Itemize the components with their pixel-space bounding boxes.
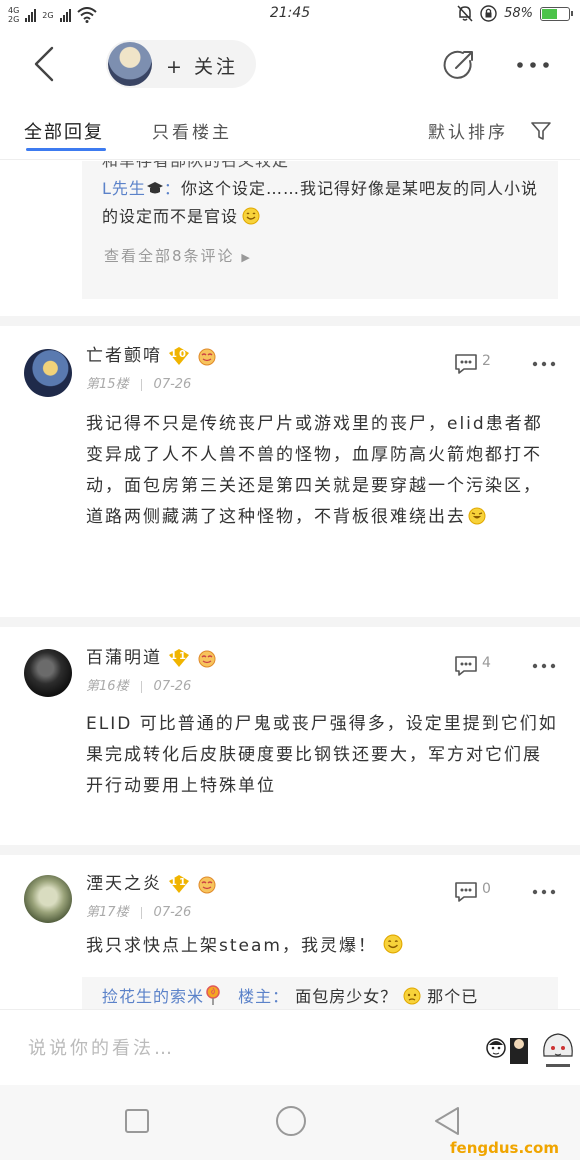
share-icon[interactable] <box>442 48 476 82</box>
floor-number: 第16楼 <box>86 679 129 694</box>
level-badge: 11 <box>168 874 190 894</box>
user-avatar[interactable] <box>24 349 72 397</box>
reply-count: 2 <box>482 353 491 369</box>
follow-button[interactable]: + 关注 <box>106 40 256 88</box>
system-navigation-bar: fengdus.com <box>0 1085 580 1160</box>
sub-reply-tail: 那个已 <box>427 987 479 1006</box>
user-avatar[interactable] <box>24 875 72 923</box>
comment-preview-box[interactable]: 和幸存者部队的名义较定 L先生：你这个设定……我记得好像是某吧友的同人小说的设定… <box>82 161 558 299</box>
partial-comment-line: 和幸存者部队的名义较定 <box>102 161 542 175</box>
top-nav-bar: + 关注 <box>0 30 580 98</box>
floor-number: 第15楼 <box>86 377 129 392</box>
author-name[interactable]: 湮天之炎 <box>86 874 162 894</box>
reply-post-17: 湮天之炎 11 第17楼 07-26 0 我只求快点上架steam，我灵爆！ 捡花生… <box>0 855 580 1009</box>
more-options-icon[interactable] <box>516 60 550 70</box>
face-badge-icon <box>198 348 216 366</box>
watermark: fengdus.com <box>450 1139 559 1157</box>
battery-icon <box>540 6 573 21</box>
sub-reply-user[interactable]: 捡花生的索米 <box>102 987 204 1006</box>
post-author: 湮天之炎 11 <box>86 869 218 894</box>
home-icon[interactable] <box>276 1106 306 1136</box>
level-badge: 10 <box>168 346 190 366</box>
system-back-icon[interactable] <box>432 1105 462 1137</box>
view-all-comments-link[interactable]: 查看全部8条评论 ▶ <box>104 245 252 266</box>
recent-apps-icon[interactable] <box>125 1109 149 1133</box>
more-options-icon[interactable] <box>532 361 556 367</box>
comment-input[interactable]: 说说你的看法… <box>28 1034 175 1060</box>
replies-list[interactable]: 和幸存者部队的名义较定 L先生：你这个设定……我记得好像是某吧友的同人小说的设定… <box>0 161 580 1009</box>
smile-emoji-icon <box>242 207 260 225</box>
post-date: 07-26 <box>153 679 192 694</box>
post-body: ELID 可比普通的尸鬼或丧尸强得多，设定里提到它们如果完成转化后皮肤硬度要比钢… <box>86 714 558 796</box>
author-name[interactable]: 亡者颤唷 <box>86 346 162 366</box>
author-name[interactable]: 百蒲明道 <box>86 648 162 668</box>
comment-input-bar: 说说你的看法… <box>0 1009 580 1085</box>
chevron-right-icon: ▶ <box>241 251 252 264</box>
sub-comment-user[interactable]: L先生 <box>102 179 146 198</box>
back-arrow-icon[interactable] <box>28 44 62 84</box>
section-divider <box>0 845 580 855</box>
reply-count: 4 <box>482 655 491 671</box>
active-tab-indicator <box>26 148 106 151</box>
sub-reply-text: 面包房少女？ <box>295 987 398 1006</box>
mute-bell-icon <box>457 5 473 22</box>
post-date: 07-26 <box>153 905 192 920</box>
user-avatar[interactable] <box>24 649 72 697</box>
lock-rotation-icon <box>480 5 497 22</box>
confused-emoji-icon <box>403 987 421 1005</box>
tab-all-replies[interactable]: 全部回复 <box>24 118 104 144</box>
host-tag: 楼主 <box>238 987 273 1006</box>
reply-bubble-icon[interactable] <box>452 653 480 677</box>
post-date: 07-26 <box>153 377 192 392</box>
filter-icon[interactable] <box>530 120 552 142</box>
follow-label: + 关注 <box>166 56 238 78</box>
reply-post-15: 亡者颤唷 10 第15楼 07-26 2 我记得不只是传统丧尸片或游戏里的丧尸，el… <box>0 327 580 617</box>
reply-bubble-icon[interactable] <box>452 879 480 903</box>
section-divider <box>0 617 580 627</box>
section-divider <box>0 316 580 326</box>
post-meta: 第16楼 07-26 <box>86 675 191 694</box>
sort-default[interactable]: 默认排序 <box>428 118 508 143</box>
laughing-emoji-icon <box>468 507 486 525</box>
more-options-icon[interactable] <box>532 889 556 895</box>
reply-count: 0 <box>482 881 491 897</box>
status-bar: 4G 2G 2G 21:45 58% <box>0 0 580 30</box>
sub-comment-colon: ： <box>163 179 181 198</box>
more-options-icon[interactable] <box>532 663 556 669</box>
sub-reply[interactable]: 捡花生的索米 楼主： 面包房少女？ 那个已 <box>102 983 542 1009</box>
floor-number: 第17楼 <box>86 905 129 920</box>
sub-reply-box[interactable]: 捡花生的索米 楼主： 面包房少女？ 那个已 <box>82 977 558 1009</box>
meme-sticker-icon[interactable] <box>484 1032 532 1068</box>
post-meta: 第17楼 07-26 <box>86 901 191 920</box>
level-badge: 11 <box>168 648 190 668</box>
reply-tabs: 全部回复 只看楼主 默认排序 <box>0 98 580 160</box>
post-body: 我记得不只是传统丧尸片或游戏里的丧尸，elid患者都变异成了人不人兽不兽的怪物，… <box>86 414 543 527</box>
reply-post-16: 百蒲明道 11 第16楼 07-26 4 ELID 可比普通的尸鬼或丧尸强得多，设定… <box>0 627 580 845</box>
anime-sticker-icon[interactable] <box>538 1026 578 1072</box>
smile-emoji-icon <box>383 934 403 954</box>
lollipop-icon <box>206 985 220 1005</box>
post-author: 百蒲明道 11 <box>86 643 218 668</box>
post-body: 我只求快点上架steam，我灵爆！ <box>86 931 560 962</box>
tab-host-only[interactable]: 只看楼主 <box>152 118 232 143</box>
post-meta: 第15楼 07-26 <box>86 373 191 392</box>
face-badge-icon <box>198 876 216 894</box>
face-badge-icon <box>198 650 216 668</box>
battery-percent: 58% <box>504 6 533 21</box>
sub-comment[interactable]: L先生 ：你这个设定……我记得好像是某吧友的同人小说的设定而不是官设 <box>102 175 542 231</box>
author-avatar[interactable] <box>108 42 152 86</box>
graduation-cap-icon <box>146 182 163 194</box>
post-author: 亡者颤唷 10 <box>86 341 218 366</box>
reply-bubble-icon[interactable] <box>452 351 480 375</box>
